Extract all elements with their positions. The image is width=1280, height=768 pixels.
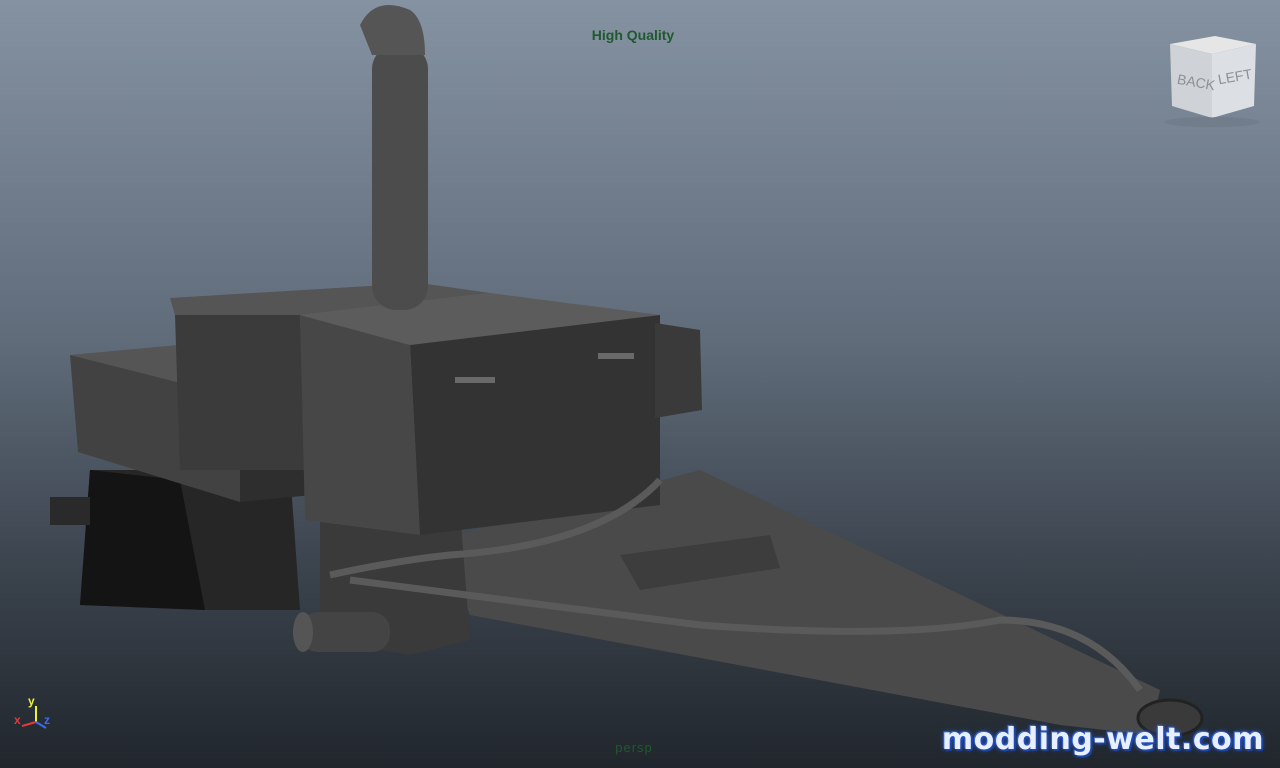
trailer-model-viewport-render[interactable] [0, 0, 1280, 768]
hydraulic-cylinder [300, 612, 390, 652]
right-box [655, 323, 702, 418]
watermark-logo: modding-welt.com [941, 722, 1264, 757]
exhaust-elbow [360, 5, 425, 55]
viewport-display-mode-label: High Quality [591, 27, 675, 43]
cylinder-cap [293, 612, 313, 652]
axle-stub [50, 497, 90, 525]
axis-x-label: x [14, 713, 21, 727]
engine-box-handle-2 [598, 353, 634, 359]
exhaust-pipe [372, 45, 428, 310]
axis-z-label: z [44, 713, 50, 727]
viewcube[interactable]: BACK LEFT [1160, 34, 1270, 130]
axis-y-label: y [28, 694, 35, 708]
engine-box-front [410, 315, 660, 535]
engine-box-side [300, 315, 420, 535]
engine-box-handle-1 [455, 377, 495, 383]
camera-name-label: persp [615, 740, 653, 755]
viewcube-shadow [1164, 117, 1260, 127]
rear-box-front [175, 315, 305, 470]
maya-viewport[interactable]: High Quality BACK LEFT y x z persp moddi… [0, 0, 1280, 768]
axis-gizmo-lines [21, 706, 47, 729]
